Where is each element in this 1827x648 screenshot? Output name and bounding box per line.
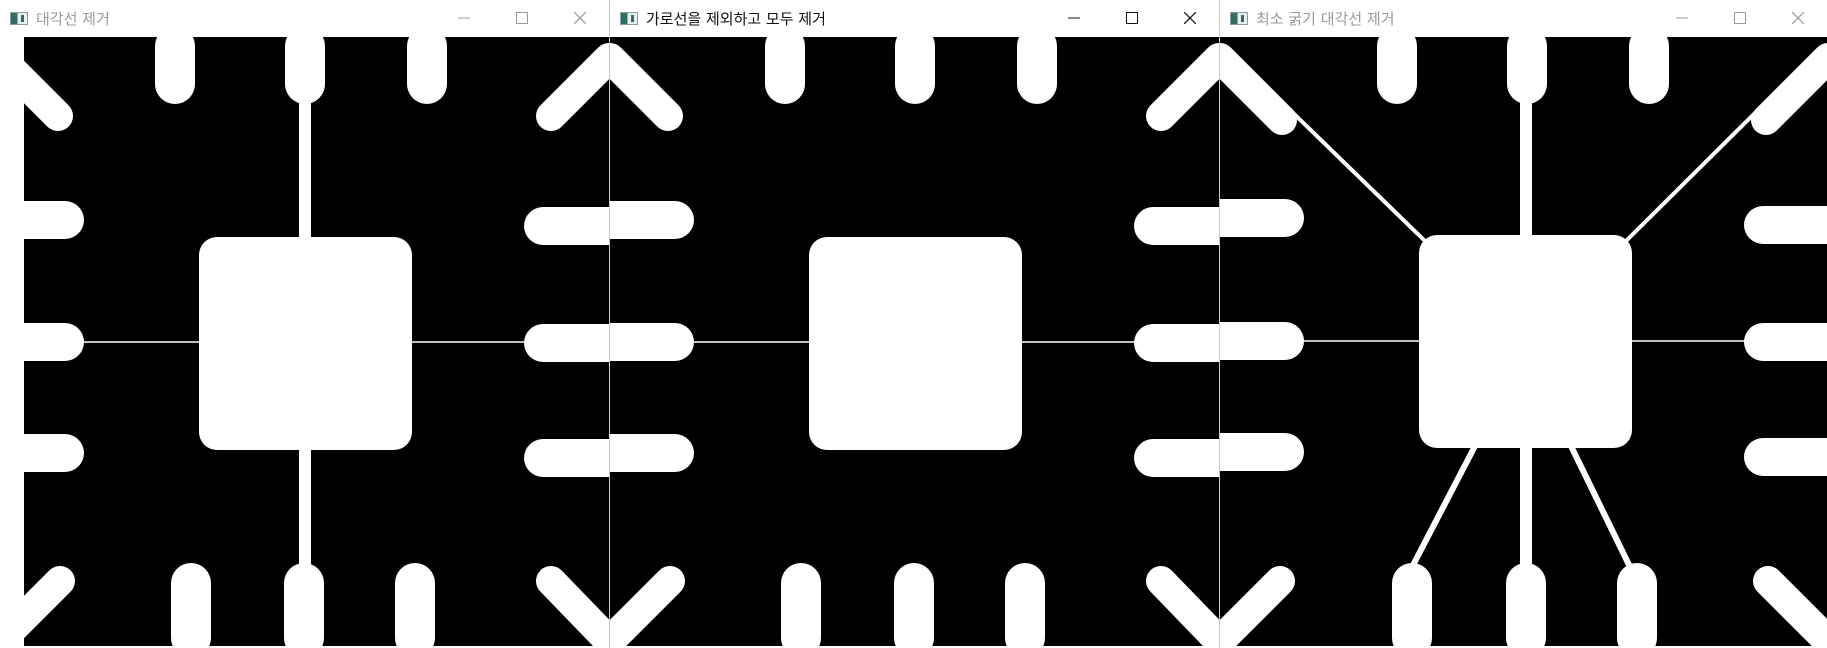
app-icon: [1230, 11, 1248, 25]
image-window-3: 최소 굵기 대각선 제거: [1219, 0, 1827, 648]
close-icon: [1184, 12, 1196, 24]
maximize-icon: [516, 12, 528, 24]
app-icon: [10, 11, 28, 25]
window-titlebar[interactable]: 가로선을 제외하고 모두 제거: [610, 0, 1219, 36]
image-canvas: [610, 36, 1219, 646]
window-titlebar[interactable]: 최소 굵기 대각선 제거: [1220, 0, 1827, 36]
binary-image: [1220, 36, 1827, 646]
close-button[interactable]: [1161, 0, 1219, 36]
maximize-button[interactable]: [493, 0, 551, 36]
binary-image: [610, 36, 1219, 646]
close-icon: [1792, 12, 1804, 24]
close-icon: [574, 12, 586, 24]
close-button[interactable]: [1769, 0, 1827, 36]
minimize-button[interactable]: [1045, 0, 1103, 36]
maximize-button[interactable]: [1711, 0, 1769, 36]
image-canvas: [0, 36, 609, 646]
window-titlebar[interactable]: 대각선 제거: [0, 0, 609, 36]
window-title: 대각선 제거: [36, 9, 110, 28]
minimize-button[interactable]: [435, 0, 493, 36]
app-icon: [620, 11, 638, 25]
minimize-icon: [1676, 17, 1688, 19]
maximize-button[interactable]: [1103, 0, 1161, 36]
image-window-2: 가로선을 제외하고 모두 제거: [609, 0, 1219, 648]
window-title: 가로선을 제외하고 모두 제거: [646, 9, 826, 28]
binary-image: [0, 36, 609, 646]
image-window-1: 대각선 제거: [0, 0, 609, 648]
maximize-icon: [1126, 12, 1138, 24]
minimize-button[interactable]: [1653, 0, 1711, 36]
minimize-icon: [458, 17, 470, 19]
maximize-icon: [1734, 12, 1746, 24]
window-title: 최소 굵기 대각선 제거: [1256, 9, 1395, 28]
minimize-icon: [1068, 17, 1080, 19]
close-button[interactable]: [551, 0, 609, 36]
image-canvas: [1220, 36, 1827, 646]
